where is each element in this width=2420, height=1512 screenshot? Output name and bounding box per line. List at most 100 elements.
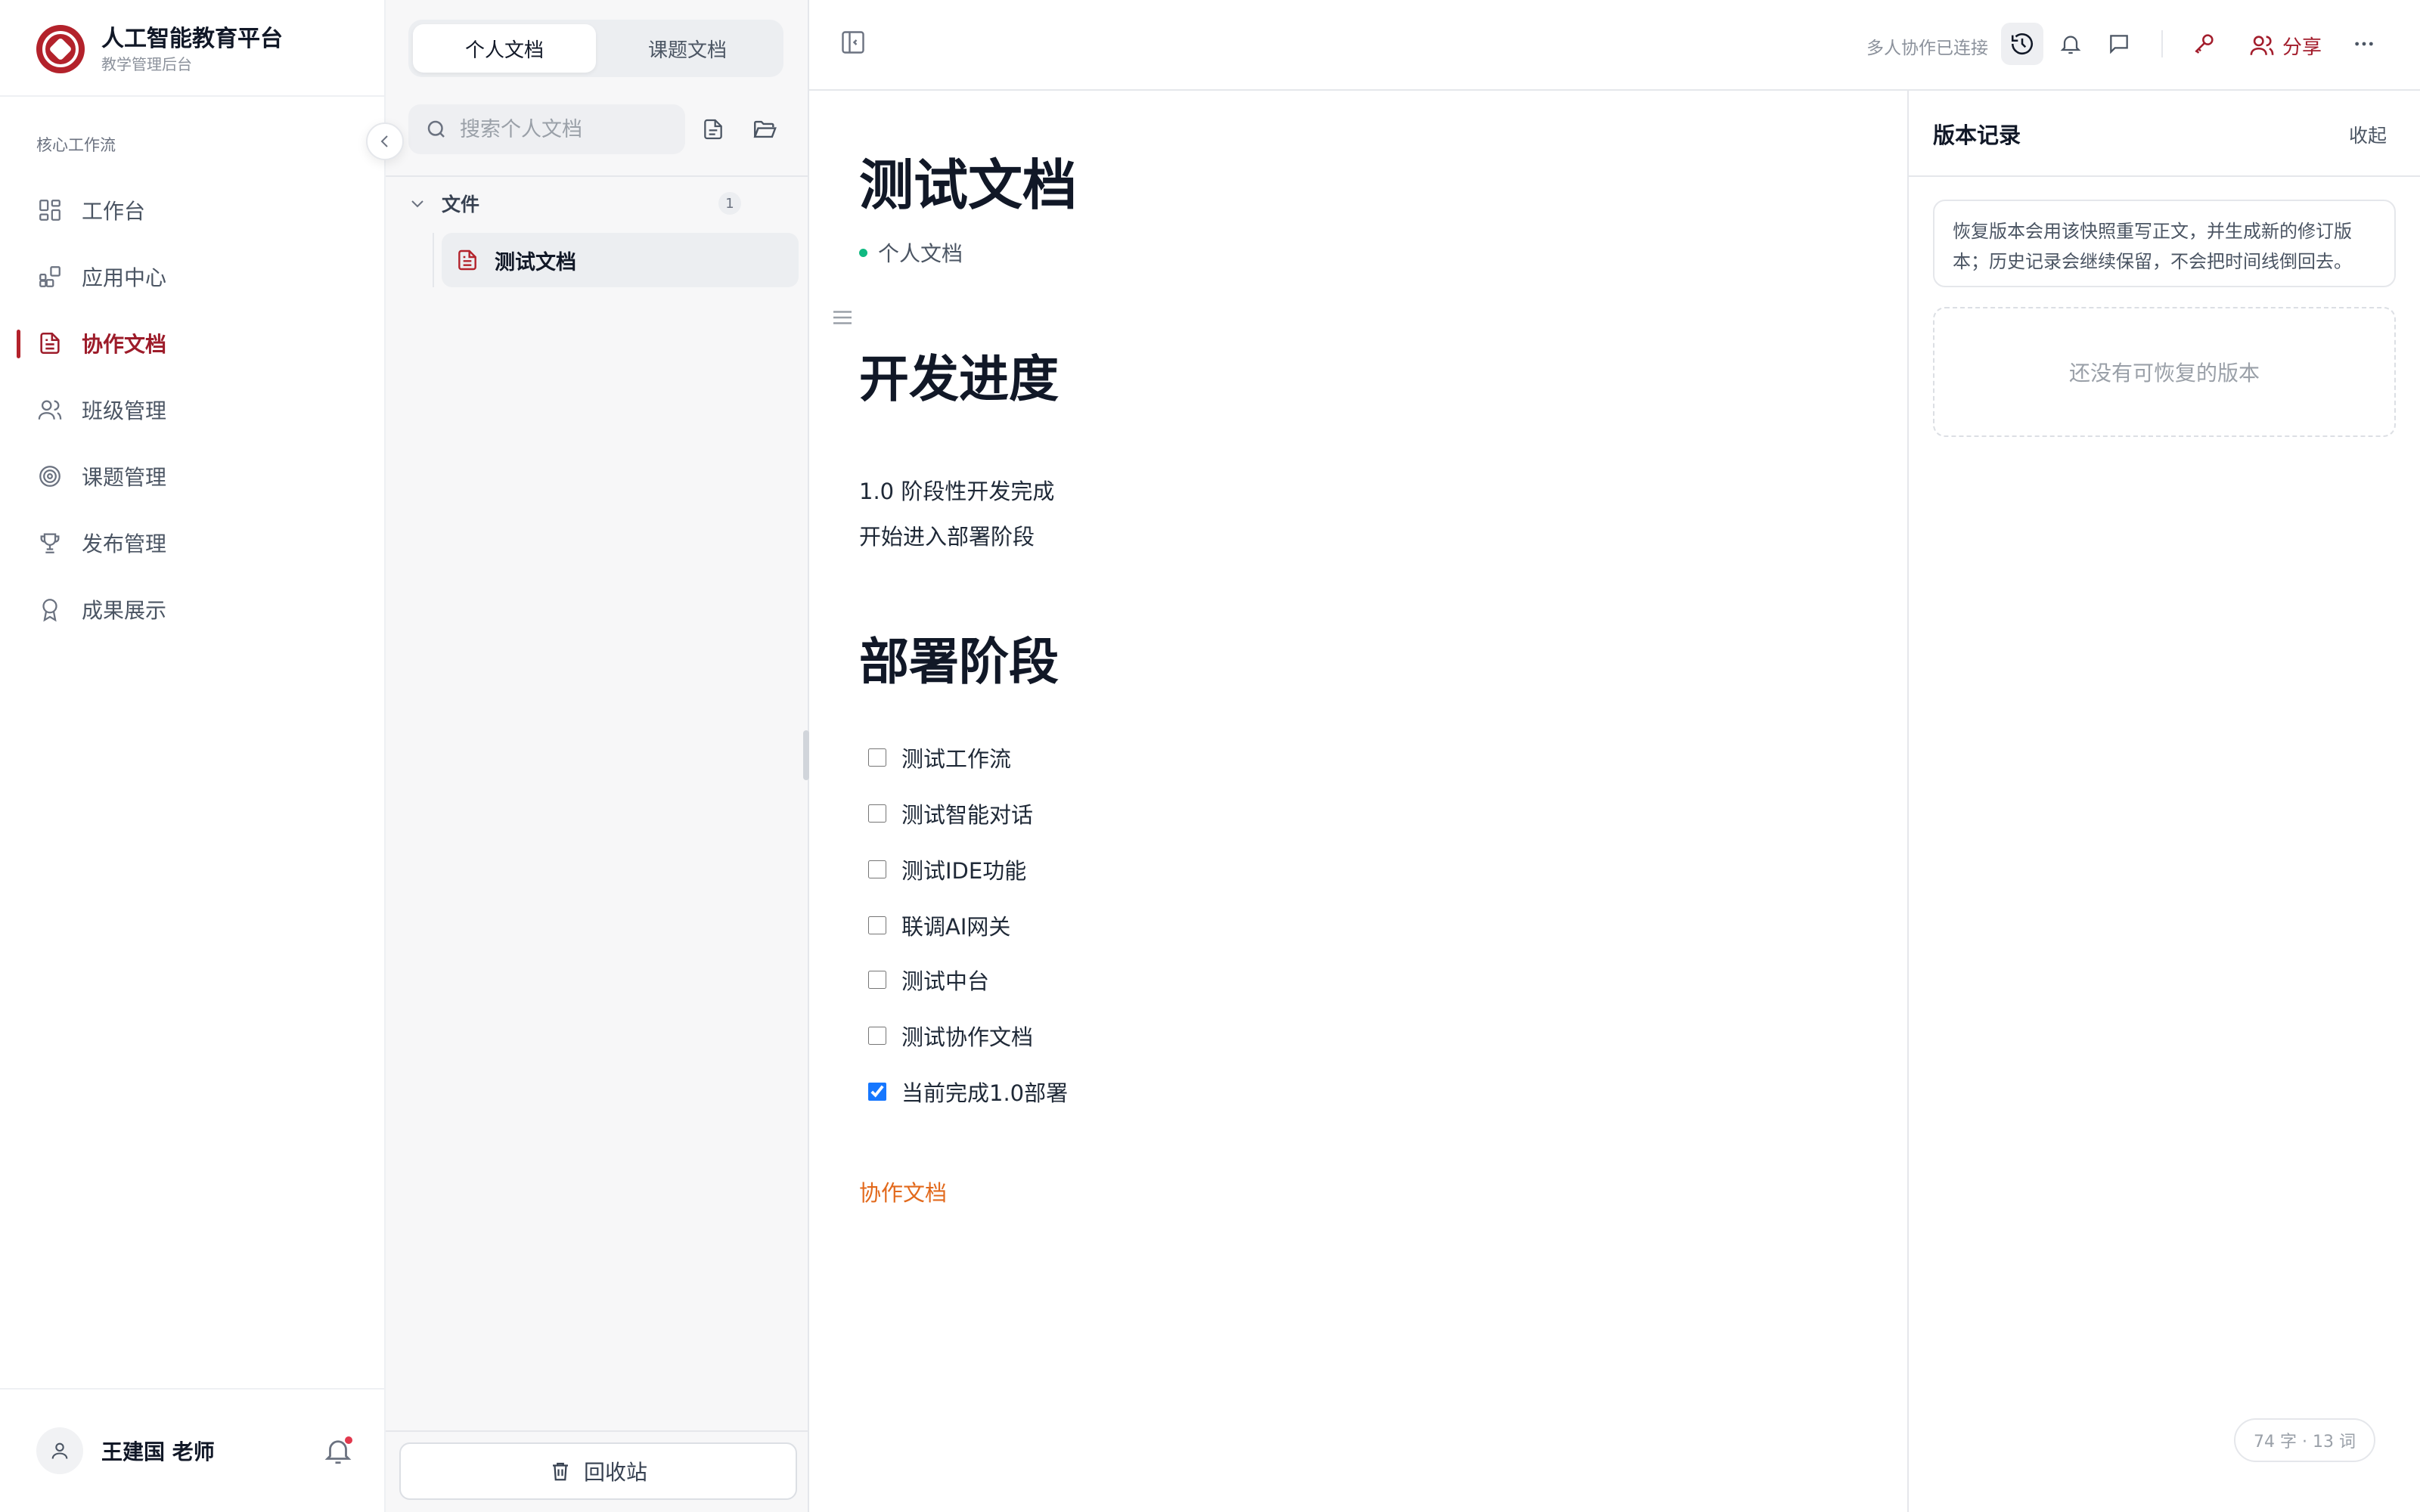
users-icon (2250, 36, 2274, 55)
task-label[interactable]: 测试工作流 (901, 742, 1011, 773)
sidebar-item-workbench[interactable]: 工作台 (0, 177, 384, 243)
panel-resize-handle[interactable] (803, 730, 809, 780)
user-profile[interactable]: 王建国 老师 (36, 1426, 354, 1476)
new-document-button[interactable] (697, 113, 729, 145)
search-icon (427, 120, 445, 138)
apps-icon (36, 263, 64, 290)
divider (0, 1388, 384, 1390)
sidebar-item-app-center[interactable]: 应用中心 (0, 243, 384, 310)
sidebar-item-label: 成果展示 (82, 598, 167, 623)
document-title[interactable]: 测试文档 (859, 151, 1077, 219)
folder-row[interactable]: 文件 1 (408, 187, 783, 219)
folder-open-icon (753, 120, 777, 138)
task-checkbox[interactable] (868, 1027, 886, 1045)
task-checkbox[interactable] (868, 971, 886, 989)
chevron-left-icon (380, 135, 388, 147)
chevron-down-icon (411, 200, 424, 208)
divider (2161, 30, 2163, 57)
version-panel-header: 版本记录 收起 (1909, 91, 2420, 177)
notification-dot (345, 1436, 352, 1444)
task-checkbox[interactable] (868, 916, 886, 934)
section-heading[interactable]: 部署阶段 (859, 631, 1059, 694)
collab-status-text: 多人协作已连接 (1866, 39, 1988, 58)
empty-versions-placeholder: 还没有可恢复的版本 (1933, 307, 2396, 437)
search-box (408, 104, 685, 154)
divider (386, 1430, 808, 1432)
task-checkbox[interactable] (868, 804, 886, 823)
document-name: 测试文档 (495, 250, 576, 274)
collapse-panel-button[interactable]: 收起 (2349, 121, 2387, 148)
open-folder-button[interactable] (749, 113, 780, 145)
toggle-tree-panel-button[interactable] (839, 29, 867, 56)
document-editor[interactable]: 测试文档 个人文档 开发进度 1.0 阶段性开发完成 开始进入部署阶段 部署阶段… (809, 91, 1907, 1512)
document-icon (36, 330, 64, 357)
sidebar-item-label: 课题管理 (82, 465, 167, 490)
brand-title: 人工智能教育平台 (101, 26, 283, 52)
sidebar-item-label: 班级管理 (82, 398, 167, 423)
editor-toolbar: 多人协作已连接 分享 (809, 0, 2420, 91)
task-label[interactable]: 测试智能对话 (901, 798, 1033, 829)
paragraph[interactable]: 1.0 阶段性开发完成 (859, 476, 1054, 507)
task-checkbox[interactable] (868, 1083, 886, 1101)
sidebar-item-label: 协作文档 (82, 332, 167, 357)
sidebar-item-collab-docs[interactable]: 协作文档 (0, 310, 384, 376)
tab-topic-docs[interactable]: 课题文档 (596, 24, 779, 73)
restore-info-note: 恢复版本会用该快照重写正文，并生成新的修订版本；历史记录会继续保留，不会把时间线… (1933, 200, 2396, 287)
award-icon (36, 596, 64, 623)
task-label[interactable]: 测试中台 (901, 964, 989, 996)
new-file-icon (704, 119, 722, 140)
document-link[interactable]: 协作文档 (859, 1178, 947, 1208)
task-label[interactable]: 测试IDE功能 (901, 854, 1026, 885)
bell-icon (2060, 36, 2081, 54)
comments-button[interactable] (2098, 23, 2140, 65)
task-label[interactable]: 测试协作文档 (901, 1020, 1033, 1052)
sidebar-item-label: 应用中心 (82, 265, 167, 290)
block-drag-handle[interactable] (829, 304, 856, 331)
document-icon (458, 249, 476, 271)
comment-icon (2110, 35, 2128, 54)
target-icon (36, 463, 64, 490)
sidebar-item-label: 发布管理 (82, 531, 167, 556)
sidebar-collapse-button[interactable] (366, 122, 404, 160)
section-heading[interactable]: 开发进度 (859, 348, 1059, 411)
sidebar-item-publish-management[interactable]: 发布管理 (0, 510, 384, 576)
document-list-item[interactable]: 测试文档 (442, 233, 799, 287)
grid-icon (36, 197, 64, 224)
task-item: 测试协作文档 (868, 1021, 1033, 1051)
sidebar-toggle-icon (842, 31, 864, 54)
sidebar-item-topic-management[interactable]: 课题管理 (0, 443, 384, 510)
brand[interactable]: 人工智能教育平台 教学管理后台 (36, 20, 283, 79)
notification-button[interactable] (322, 1435, 354, 1467)
reminder-button[interactable] (2049, 23, 2092, 65)
task-checkbox[interactable] (868, 860, 886, 878)
document-tree-panel: 个人文档 课题文档 文件 1 测试文档 回收站 (386, 0, 809, 1512)
divider (0, 95, 384, 97)
word-count-badge: 74 字 · 13 词 (2234, 1418, 2375, 1462)
task-label[interactable]: 联调AI网关 (901, 909, 1010, 941)
task-item: 测试中台 (868, 965, 989, 995)
recycle-bin-button[interactable]: 回收站 (399, 1442, 797, 1500)
more-options-button[interactable] (2343, 23, 2385, 65)
permissions-button[interactable] (2183, 23, 2225, 65)
brand-logo-icon (36, 25, 85, 73)
folder-name: 文件 (442, 194, 480, 215)
task-checkbox[interactable] (868, 748, 886, 767)
sidebar-item-class-management[interactable]: 班级管理 (0, 376, 384, 443)
tree-guide-line (433, 233, 434, 287)
main-sidebar: 人工智能教育平台 教学管理后台 核心工作流 工作台 应用中心 协作文档 班级管理… (0, 0, 386, 1512)
divider (386, 175, 808, 177)
search-input[interactable] (460, 117, 672, 141)
task-label[interactable]: 当前完成1.0部署 (901, 1076, 1068, 1108)
version-history-button[interactable] (2001, 23, 2043, 65)
paragraph[interactable]: 开始进入部署阶段 (859, 522, 1035, 552)
drag-handle-icon (833, 311, 852, 324)
avatar[interactable] (36, 1427, 83, 1474)
task-item: 测试IDE功能 (868, 854, 1026, 885)
task-item: 联调AI网关 (868, 910, 1010, 940)
task-item: 当前完成1.0部署 (868, 1077, 1068, 1107)
history-icon (2011, 33, 2034, 55)
share-label: 分享 (2282, 36, 2322, 59)
tab-personal-docs[interactable]: 个人文档 (413, 24, 596, 73)
sidebar-item-showcase[interactable]: 成果展示 (0, 576, 384, 643)
share-button[interactable]: 分享 (2249, 29, 2322, 62)
